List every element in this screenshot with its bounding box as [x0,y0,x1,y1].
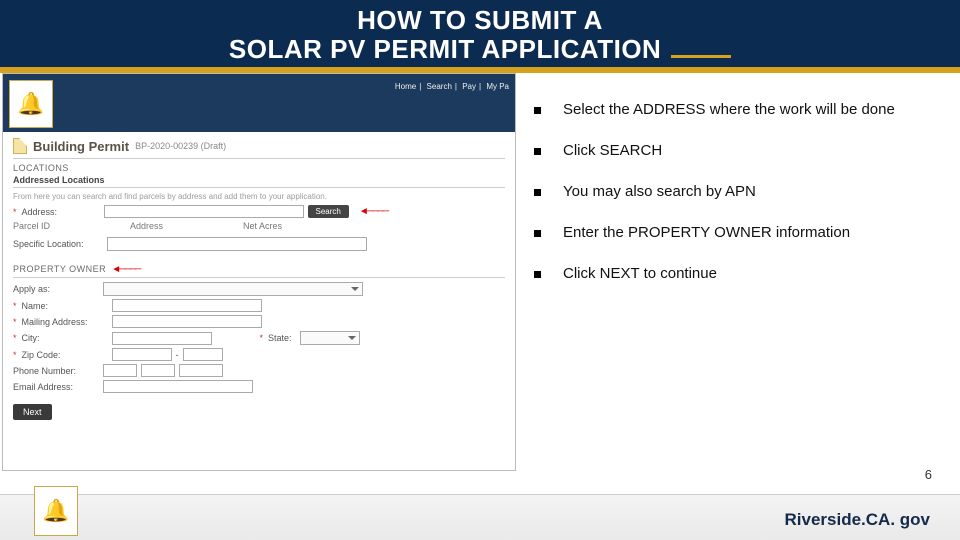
bell-icon: 🔔 [17,91,44,117]
next-button[interactable]: Next [13,404,52,420]
footer-logo: 🔔 [34,486,78,536]
nav-home[interactable]: Home [395,82,416,91]
bullet-3: You may also search by APN [534,183,934,200]
apply-as-select[interactable] [103,282,363,296]
app-nav: Home| Search| Pay| My Pa [395,82,509,91]
app-header: 🔔 Home| Search| Pay| My Pa [3,74,515,132]
city-label: City: [22,333,108,343]
property-owner-heading: PROPERTY OWNER ◄──── [13,264,505,275]
nav-pay[interactable]: Pay [462,82,476,91]
specific-location-input[interactable] [107,237,367,251]
permit-number: BP-2020-00239 (Draft) [135,141,226,151]
slide-title: HOW TO SUBMIT A SOLAR PV PERMIT APPLICAT… [0,6,960,63]
email-label: Email Address: [13,382,99,392]
screenshot-panel: 🔔 Home| Search| Pay| My Pa Building Perm… [0,73,520,473]
specific-location-label: Specific Location: [13,239,103,249]
parcel-columns: Parcel ID Address Net Acres [13,221,505,231]
zip-label: Zip Code: [22,350,108,360]
phone-label: Phone Number: [13,366,99,376]
apply-as-label: Apply as: [13,284,99,294]
nav-my[interactable]: My Pa [486,82,509,91]
name-input[interactable] [112,299,262,312]
zip-input-2[interactable] [183,348,223,361]
arrow-annotation-2: ◄──── [111,264,139,275]
title-line2: SOLAR PV PERMIT APPLICATION [229,34,661,64]
page-number: 6 [925,467,932,482]
slide-footer: 🔔 Riverside.CA. gov [0,494,960,540]
col-address: Address [130,221,163,231]
app-frame: 🔔 Home| Search| Pay| My Pa Building Perm… [2,73,516,471]
bullet-4: Enter the PROPERTY OWNER information [534,224,934,241]
phone-3[interactable] [179,364,223,377]
bullet-1: Select the ADDRESS where the work will b… [534,101,934,118]
zip-input-1[interactable] [112,348,172,361]
col-netacres: Net Acres [243,221,282,231]
bullet-2: Click SEARCH [534,142,934,159]
phone-1[interactable] [103,364,137,377]
arrow-annotation-1: ◄──── [359,206,387,217]
riverside-logo: 🔔 [9,80,53,128]
mailing-input[interactable] [112,315,262,328]
state-select[interactable] [300,331,360,345]
title-line1: HOW TO SUBMIT A [357,5,603,35]
email-input[interactable] [103,380,253,393]
mailing-label: Mailing Address: [22,317,108,327]
state-label: State: [268,333,292,343]
locations-hint: From here you can search and find parcel… [13,192,505,201]
title-banner: HOW TO SUBMIT A SOLAR PV PERMIT APPLICAT… [0,0,960,73]
building-permit-title: Building Permit [33,139,129,154]
search-button[interactable]: Search [308,205,349,218]
nav-search[interactable]: Search [427,82,452,91]
instructions-panel: Select the ADDRESS where the work will b… [520,73,960,473]
city-input[interactable] [112,332,212,345]
name-label: Name: [22,301,108,311]
bell-icon: 🔔 [42,498,69,524]
footer-site: Riverside.CA. gov [785,510,931,530]
locations-subhead: Addressed Locations [13,175,505,185]
address-input[interactable] [104,205,304,218]
locations-heading: LOCATIONS [13,163,505,173]
address-label: Address: [22,207,100,217]
bullet-5: Click NEXT to continue [534,265,934,282]
document-icon [13,138,27,154]
title-underline [671,55,731,58]
phone-2[interactable] [141,364,175,377]
col-parcel: Parcel ID [13,221,50,231]
